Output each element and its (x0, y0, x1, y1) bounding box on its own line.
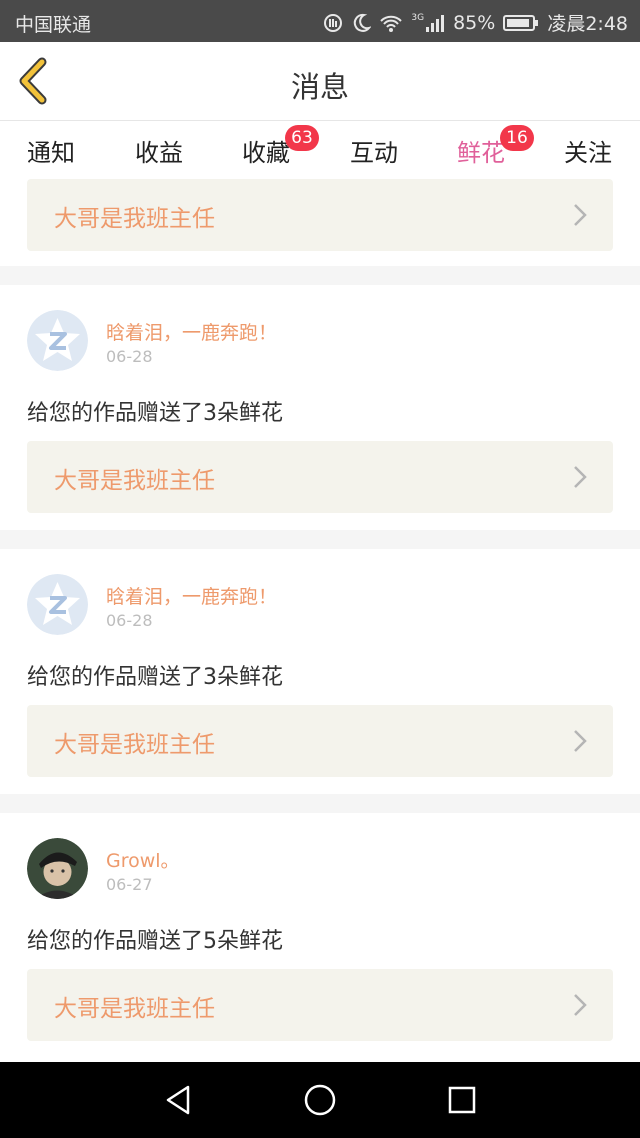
page-title: 消息 (290, 70, 349, 104)
work-title: 大哥是我班主任 (54, 732, 215, 758)
message-date: 06-28 (106, 347, 153, 366)
tab-bar: 通知 收益 收藏 63 互动 鲜花 16 关注 (0, 121, 640, 185)
flowers-count-badge: 16 (500, 125, 534, 151)
tab-label: 通知 (27, 139, 75, 167)
message-list[interactable]: 大哥是我班主任 晗着泪，一鹿奔跑！ 06-28 给您的作品赠送了3朵鲜花 大哥是… (0, 179, 640, 1062)
sender-name[interactable]: 晗着泪，一鹿奔跑！ (106, 318, 277, 345)
tab-notifications[interactable]: 通知 (11, 133, 91, 168)
tab-label: 收藏 (242, 139, 290, 167)
list-item: 晗着泪，一鹿奔跑！ 06-28 给您的作品赠送了3朵鲜花 大哥是我班主任 (0, 285, 640, 530)
work-link[interactable]: 大哥是我班主任 (27, 705, 613, 777)
battery-icon (503, 14, 539, 32)
status-icons: 3G 85% 凌晨2:48 (323, 9, 628, 36)
app-header: 消息 (0, 42, 640, 121)
user-photo-avatar (27, 838, 88, 899)
wifi-icon (379, 13, 403, 33)
chevron-right-icon (574, 204, 587, 226)
list-item: Growl。 06-27 给您的作品赠送了5朵鲜花 大哥是我班主任 (0, 813, 640, 1062)
tab-label: 收益 (135, 139, 183, 167)
favorites-count-badge: 63 (285, 125, 319, 151)
recent-square-icon (448, 1086, 476, 1114)
tab-favorites[interactable]: 收藏 63 (226, 125, 319, 168)
status-bar: 中国联通 3G 85% 凌晨2:48 (0, 0, 640, 42)
nav-back-button[interactable] (160, 1082, 196, 1118)
default-avatar-star-icon (27, 310, 88, 371)
do-not-disturb-moon-icon (351, 13, 372, 33)
battery-percent: 85% (453, 11, 496, 34)
work-title: 大哥是我班主任 (54, 996, 215, 1022)
default-avatar-star-icon (27, 574, 88, 635)
network-type: 3G (411, 12, 425, 23)
sender-name[interactable]: 晗着泪，一鹿奔跑！ (106, 582, 277, 609)
list-item: 大哥是我班主任 (0, 179, 640, 266)
message-date: 06-27 (106, 875, 153, 894)
nav-recents-button[interactable] (444, 1082, 480, 1118)
message-text: 给您的作品赠送了5朵鲜花 (27, 929, 283, 954)
work-title: 大哥是我班主任 (54, 206, 215, 232)
data-saver-icon (323, 13, 343, 33)
chevron-right-icon (574, 466, 587, 488)
home-circle-icon (304, 1084, 336, 1116)
sender-name[interactable]: Growl。 (106, 846, 180, 873)
work-link[interactable]: 大哥是我班主任 (27, 179, 613, 251)
tab-interactions[interactable]: 互动 (334, 133, 414, 168)
chevron-right-icon (574, 730, 587, 752)
tab-flowers[interactable]: 鲜花 16 (441, 125, 534, 185)
message-date: 06-28 (106, 611, 153, 630)
clock: 凌晨2:48 (547, 13, 628, 35)
tab-label: 鲜花 (457, 139, 505, 167)
tab-label: 关注 (564, 139, 612, 167)
work-title: 大哥是我班主任 (54, 468, 215, 494)
tab-label: 互动 (350, 139, 398, 167)
message-text: 给您的作品赠送了3朵鲜花 (27, 665, 283, 690)
tab-following[interactable]: 关注 (548, 133, 628, 168)
work-link[interactable]: 大哥是我班主任 (27, 969, 613, 1041)
work-link[interactable]: 大哥是我班主任 (27, 441, 613, 513)
nav-home-button[interactable] (302, 1082, 338, 1118)
system-nav-bar (0, 1062, 640, 1138)
avatar[interactable] (27, 574, 88, 635)
avatar[interactable] (27, 838, 88, 899)
avatar[interactable] (27, 310, 88, 371)
carrier-name: 中国联通 (15, 14, 92, 36)
tab-earnings[interactable]: 收益 (119, 133, 199, 168)
chevron-right-icon (574, 994, 587, 1016)
list-item: 晗着泪，一鹿奔跑！ 06-28 给您的作品赠送了3朵鲜花 大哥是我班主任 (0, 549, 640, 794)
signal-icon: 3G (411, 13, 445, 33)
message-text: 给您的作品赠送了3朵鲜花 (27, 401, 283, 426)
back-triangle-icon (166, 1085, 190, 1115)
